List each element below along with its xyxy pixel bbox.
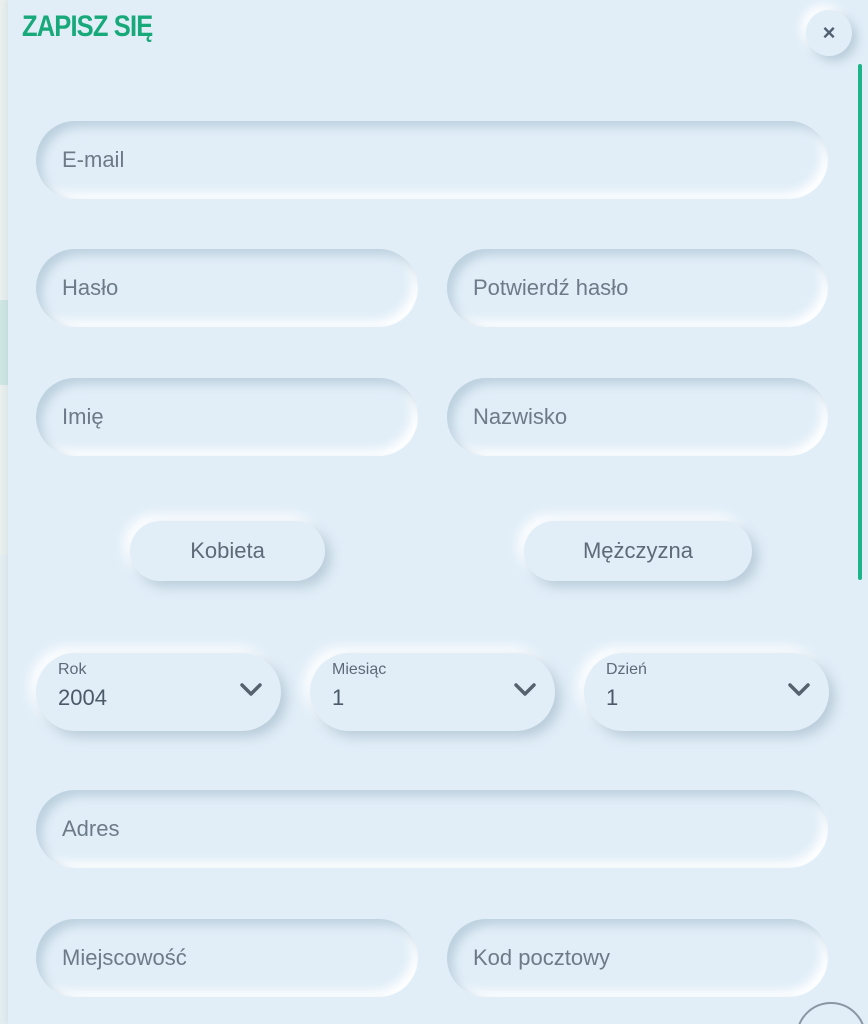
- close-icon: ×: [822, 20, 836, 45]
- birth-year-select[interactable]: Rok 2004: [36, 653, 281, 731]
- postal-code-field-wrapper: [447, 919, 828, 997]
- birth-day-select[interactable]: Dzień 1: [584, 653, 829, 731]
- scrollbar-thumb[interactable]: [858, 64, 862, 580]
- birth-month-value: 1: [332, 685, 345, 710]
- gender-female-button[interactable]: Kobieta: [130, 521, 325, 581]
- first-name-field-wrapper: [36, 378, 418, 456]
- password-confirm-field-wrapper: [447, 249, 828, 327]
- birth-day-value: 1: [606, 685, 619, 710]
- last-name-field[interactable]: [471, 403, 828, 431]
- birth-day-label: Dzień: [606, 661, 647, 678]
- address-field-wrapper: [36, 790, 828, 868]
- gender-male-button[interactable]: Mężczyzna: [524, 521, 752, 581]
- birth-month-select[interactable]: Miesiąc 1: [310, 653, 555, 731]
- password-field-wrapper: [36, 249, 418, 327]
- birth-year-value: 2004: [58, 685, 107, 710]
- last-name-field-wrapper: [447, 378, 828, 456]
- city-field[interactable]: [60, 944, 418, 972]
- address-field[interactable]: [60, 815, 828, 843]
- password-confirm-field[interactable]: [471, 274, 828, 302]
- close-button[interactable]: ×: [806, 10, 852, 56]
- chevron-down-icon: [788, 683, 810, 696]
- postal-code-field[interactable]: [471, 944, 828, 972]
- chevron-down-icon: [514, 683, 536, 696]
- page-title: ZAPISZ SIĘ: [22, 10, 153, 43]
- birth-month-label: Miesiąc: [332, 661, 387, 678]
- birth-year-label: Rok: [58, 661, 87, 678]
- email-field-wrapper: [36, 121, 828, 199]
- password-field[interactable]: [60, 274, 418, 302]
- chevron-down-icon: [240, 683, 262, 696]
- email-field[interactable]: [60, 146, 828, 174]
- first-name-field[interactable]: [60, 403, 418, 431]
- city-field-wrapper: [36, 919, 418, 997]
